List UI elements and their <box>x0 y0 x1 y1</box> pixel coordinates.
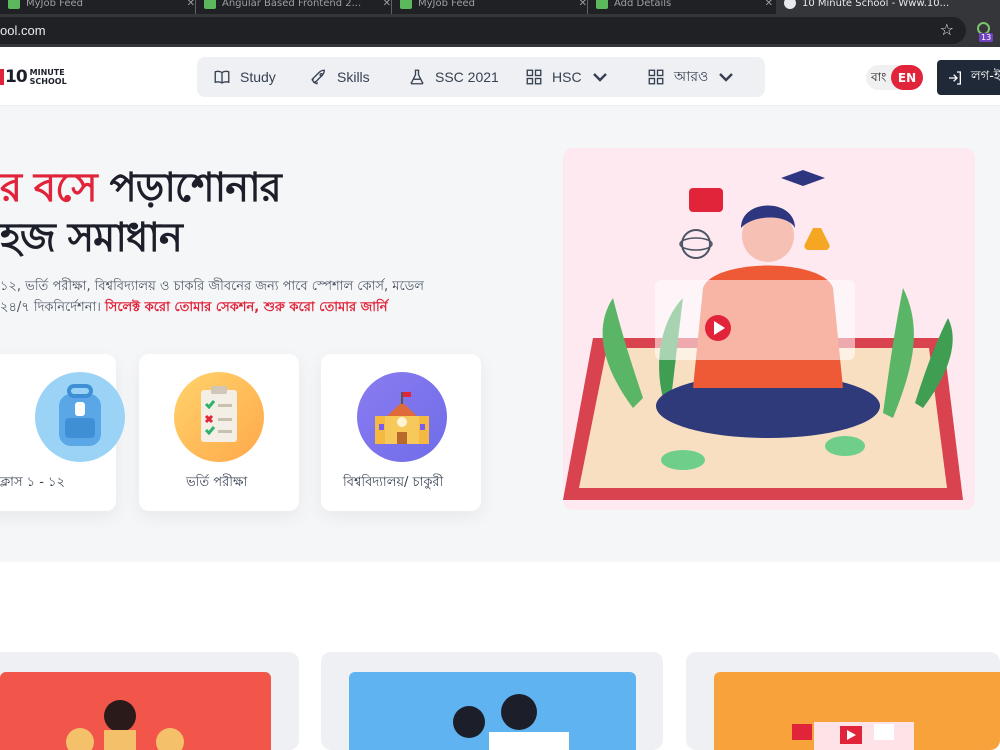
login-icon <box>949 70 961 85</box>
favicon-icon <box>596 0 608 9</box>
browser-tab-active[interactable]: 10 Minute School - Www.10... <box>776 0 1000 14</box>
nav-label: Skills <box>337 69 370 85</box>
chevron-down-icon <box>719 73 734 82</box>
address-bar[interactable]: ool.com ☆ <box>0 17 966 44</box>
nav-label: Study <box>240 69 276 85</box>
favicon-icon <box>204 0 216 9</box>
category-card-university[interactable]: বিশ্ববিদ্যালয়/ চাকুরী <box>321 354 481 511</box>
course-card[interactable] <box>321 652 663 750</box>
book-icon <box>214 70 230 84</box>
course-banner-image <box>0 672 271 750</box>
browser-tab[interactable]: Angular Based Frontend 2... ✕ <box>196 0 391 14</box>
logo[interactable]: 10 MINUTE SCHOOL <box>0 67 67 87</box>
login-label: লগ-ইন <box>971 69 1000 84</box>
nav-item-study[interactable]: Study <box>213 57 276 97</box>
rocket-icon <box>311 69 325 85</box>
backpack-icon <box>35 372 125 462</box>
close-tab-icon[interactable]: ✕ <box>187 0 195 9</box>
category-label: ক্লাস ১ - ১২ <box>0 475 65 490</box>
site-header: 10 MINUTE SCHOOL Study Skills SSC 2021 H… <box>0 47 1000 106</box>
browser-toolbar: ool.com ☆ 13 <box>0 14 1000 47</box>
hero-title-line2: হজ সমাধান <box>0 215 183 261</box>
logo-line1: MINUTE <box>29 68 65 77</box>
course-card[interactable] <box>0 652 299 750</box>
bookmark-star-icon[interactable]: ☆ <box>940 20 954 39</box>
desc-line1: ১২, ভর্তি পরীক্ষা, বিশ্ববিদ্যালয় ও চাকর… <box>0 279 424 294</box>
tab-title: Add Details <box>614 0 672 9</box>
login-button[interactable]: লগ-ইন <box>937 60 1000 95</box>
tab-title: Angular Based Frontend 2... <box>222 0 362 9</box>
nav-label: SSC 2021 <box>435 69 499 85</box>
extension-badge: 13 <box>979 33 994 42</box>
tab-title: MyJob Feed <box>26 0 83 9</box>
checklist-icon <box>174 372 264 462</box>
category-card-class[interactable]: ক্লাস ১ - ১২ <box>0 354 125 511</box>
grid-icon <box>526 69 542 85</box>
hero-description: ১২, ভর্তি পরীক্ষা, বিশ্ববিদ্যালয় ও চাকর… <box>0 276 424 318</box>
close-tab-icon[interactable]: ✕ <box>579 0 587 9</box>
tab-title: 10 Minute School - Www.10... <box>802 0 950 9</box>
language-toggle[interactable]: বাং EN <box>866 65 923 90</box>
nav-item-skills[interactable]: Skills <box>310 57 370 97</box>
chevron-down-icon <box>592 73 607 82</box>
extension-icon[interactable]: 13 <box>976 22 994 42</box>
desc-highlight: সিলেক্ট করো তোমার সেকশন, শুরু করো তোমার … <box>105 300 388 315</box>
hero-title-red: র বসে <box>0 165 98 211</box>
desc-line2: ২৪/৭ দিকনির্দেশনা। <box>0 300 106 315</box>
school-building-icon <box>357 372 447 462</box>
logo-words: MINUTE SCHOOL <box>30 68 67 86</box>
grid-icon <box>648 69 664 85</box>
course-banner-image <box>349 672 636 750</box>
favicon-icon <box>8 0 20 9</box>
browser-tab[interactable]: MyJob Feed ✕ <box>0 0 195 14</box>
browser-tab[interactable]: MyJob Feed ✕ <box>392 0 587 14</box>
nav-label: আরও <box>674 68 709 84</box>
hero-title-dark: পড়াশোনার <box>96 165 282 211</box>
main-nav: Study Skills SSC 2021 HSC আরও <box>197 57 765 97</box>
category-label: বিশ্ববিদ্যালয়/ চাকুরী <box>343 475 444 490</box>
nav-label: HSC <box>552 69 582 85</box>
browser-tab[interactable]: Add Details ✕ <box>588 0 773 14</box>
hero-section: র বসে পড়াশোনার হজ সমাধান ১২, ভর্তি পরীক… <box>0 106 1000 562</box>
logo-mark-icon <box>0 69 4 85</box>
lang-bn[interactable]: বাং <box>871 69 886 89</box>
logo-number: 10 <box>5 67 28 87</box>
flask-icon <box>410 69 424 85</box>
lang-en[interactable]: EN <box>891 65 923 90</box>
logo-line2: SCHOOL <box>29 77 67 86</box>
favicon-icon <box>400 0 412 9</box>
nav-item-hsc[interactable]: HSC <box>525 57 609 97</box>
browser-tab-strip: MyJob Feed ✕ Angular Based Frontend 2...… <box>0 0 1000 14</box>
tab-title: MyJob Feed <box>418 0 475 9</box>
url-text: ool.com <box>0 23 46 38</box>
course-banner-image <box>714 672 1000 750</box>
hero-illustration <box>563 148 975 510</box>
favicon-icon <box>784 0 796 9</box>
nav-item-ssc[interactable]: SSC 2021 <box>408 57 499 97</box>
nav-item-more[interactable]: আরও <box>647 57 735 97</box>
close-tab-icon[interactable]: ✕ <box>765 0 773 9</box>
category-card-admission[interactable]: ভর্তি পরীক্ষা <box>139 354 299 511</box>
course-card[interactable] <box>686 652 1000 750</box>
close-tab-icon[interactable]: ✕ <box>383 0 391 9</box>
category-label: ভর্তি পরীক্ষা <box>186 475 248 490</box>
